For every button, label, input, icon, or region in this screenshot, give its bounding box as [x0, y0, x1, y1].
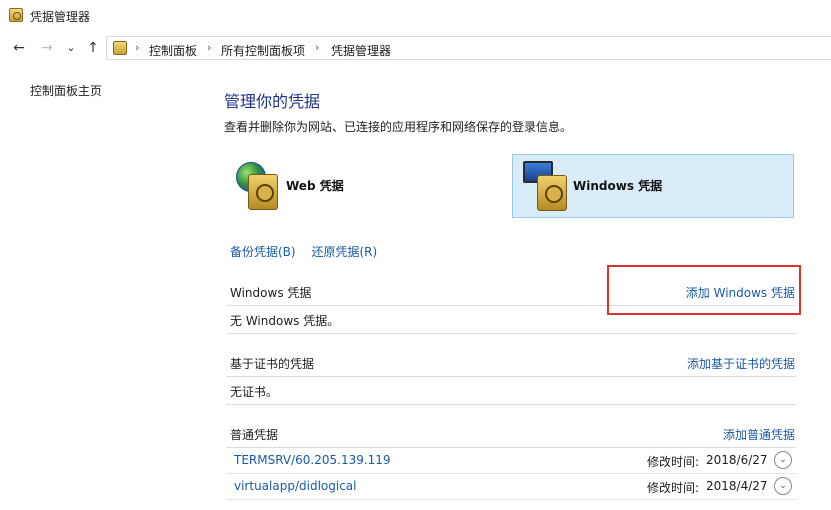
recent-locations-chevron-icon[interactable]: ⌄: [62, 38, 80, 58]
back-arrow-icon[interactable]: ←: [10, 38, 28, 58]
vault-icon: [248, 174, 278, 210]
certificate-empty-text: 无证书。: [230, 385, 279, 399]
windows-credentials-label: Windows 凭据: [573, 179, 663, 193]
restore-credentials-link[interactable]: 还原凭据(R): [311, 245, 377, 259]
breadcrumb-chevron-icon[interactable]: ›: [207, 41, 211, 54]
credential-name: TERMSRV/60.205.139.119: [234, 453, 391, 467]
breadcrumb-all-items[interactable]: 所有控制面板项: [221, 42, 305, 59]
control-panel-home-link[interactable]: 控制面板主页: [30, 82, 102, 99]
modified-label: 修改时间:: [647, 455, 700, 469]
section-divider: [226, 333, 796, 334]
section-divider: [226, 404, 796, 405]
section-divider: [226, 376, 796, 377]
address-row: ← → ⌄ ↑ › 控制面板 › 所有控制面板项 › 凭据管理器: [0, 34, 831, 62]
backup-restore-links: 备份凭据(B) 还原凭据(R): [230, 243, 389, 260]
web-credentials-label: Web 凭据: [286, 179, 344, 193]
breadcrumb-chevron-icon[interactable]: ›: [315, 41, 319, 54]
modified-label: 修改时间:: [647, 481, 700, 495]
expand-chevron-icon[interactable]: ⌄: [774, 451, 792, 469]
address-bar[interactable]: › 控制面板 › 所有控制面板项 › 凭据管理器: [106, 36, 831, 60]
windows-credentials-section-title: Windows 凭据: [230, 286, 312, 300]
add-certificate-credential-link[interactable]: 添加基于证书的凭据: [687, 355, 795, 372]
credential-row[interactable]: TERMSRV/60.205.139.119 修改时间: 2018/6/27 ⌄: [226, 448, 796, 474]
up-arrow-icon[interactable]: ↑: [84, 38, 102, 58]
page-description: 查看并删除你为网站、已连接的应用程序和网络保存的登录信息。: [224, 120, 573, 134]
breadcrumb-control-panel[interactable]: 控制面板: [149, 42, 197, 59]
expand-chevron-icon[interactable]: ⌄: [774, 477, 792, 495]
highlight-box: [607, 265, 801, 315]
windows-credentials-empty-text: 无 Windows 凭据。: [230, 314, 340, 328]
control-panel-icon: [113, 41, 127, 55]
windows-credentials-tile[interactable]: Windows 凭据: [512, 154, 794, 218]
modified-date: 2018/6/27: [706, 453, 768, 467]
credential-manager-icon: [9, 8, 23, 22]
web-credentials-tile[interactable]: Web 凭据: [232, 154, 514, 218]
modified-date: 2018/4/27: [706, 479, 768, 493]
vault-icon: [537, 175, 567, 211]
credential-row[interactable]: virtualapp/didlogical 修改时间: 2018/4/27 ⌄: [226, 474, 796, 500]
generic-credentials-section-title: 普通凭据: [230, 428, 279, 442]
title-bar: 凭据管理器: [0, 0, 831, 32]
backup-credentials-link[interactable]: 备份凭据(B): [230, 245, 296, 259]
window-title: 凭据管理器: [30, 10, 91, 24]
forward-arrow-icon[interactable]: →: [38, 38, 56, 58]
add-generic-credential-link[interactable]: 添加普通凭据: [723, 426, 795, 443]
page-title: 管理你的凭据: [224, 92, 321, 111]
breadcrumb-credential-manager[interactable]: 凭据管理器: [331, 42, 391, 59]
certificate-credentials-section-title: 基于证书的凭据: [230, 357, 315, 371]
breadcrumb-chevron-icon[interactable]: ›: [135, 41, 139, 54]
credential-name: virtualapp/didlogical: [234, 479, 357, 493]
